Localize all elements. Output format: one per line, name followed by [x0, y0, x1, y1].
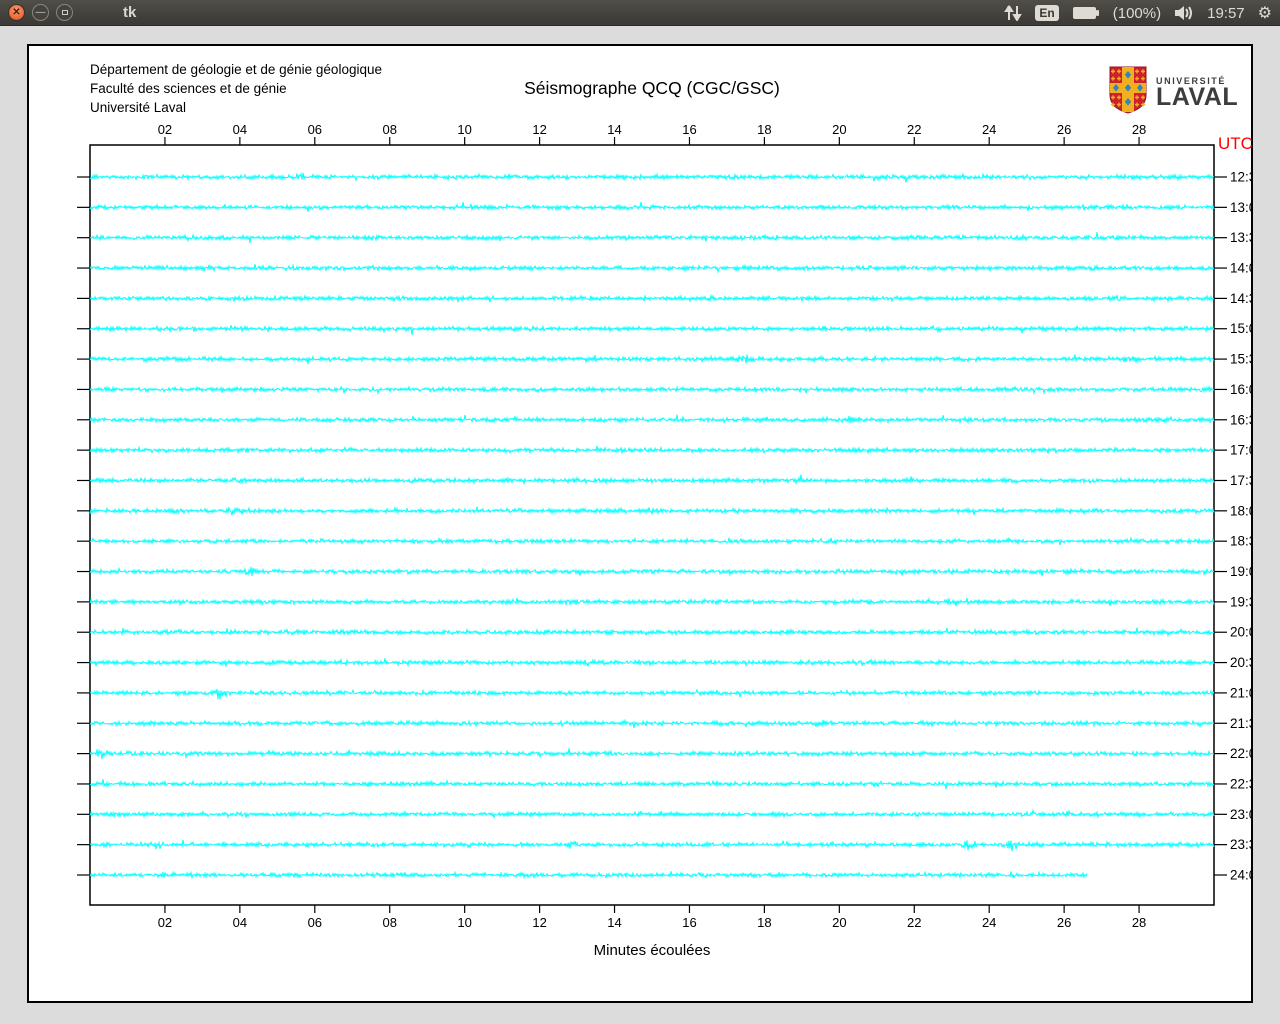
- svg-text:28: 28: [1132, 122, 1146, 137]
- svg-text:10: 10: [457, 915, 471, 930]
- svg-text:26: 26: [1057, 915, 1071, 930]
- svg-text:02: 02: [158, 915, 172, 930]
- svg-text:22:00: 22:00: [1230, 746, 1251, 761]
- svg-text:17:30: 17:30: [1230, 473, 1251, 488]
- svg-text:20: 20: [832, 915, 846, 930]
- svg-text:14: 14: [607, 122, 621, 137]
- svg-text:15:30: 15:30: [1230, 352, 1251, 367]
- svg-text:14: 14: [607, 915, 621, 930]
- svg-text:20: 20: [832, 122, 846, 137]
- svg-text:14:00: 14:00: [1230, 261, 1251, 276]
- svg-text:22: 22: [907, 915, 921, 930]
- svg-text:13:00: 13:00: [1230, 200, 1251, 215]
- svg-text:24: 24: [982, 915, 996, 930]
- svg-text:08: 08: [382, 122, 396, 137]
- svg-text:24: 24: [982, 122, 996, 137]
- svg-text:20:30: 20:30: [1230, 655, 1251, 670]
- minimize-button[interactable]: —: [32, 4, 49, 21]
- svg-text:21:30: 21:30: [1230, 716, 1251, 731]
- language-indicator[interactable]: En: [1035, 5, 1059, 21]
- svg-text:22:30: 22:30: [1230, 776, 1251, 791]
- svg-text:06: 06: [308, 122, 322, 137]
- svg-text:14:30: 14:30: [1230, 291, 1251, 306]
- svg-text:16: 16: [682, 915, 696, 930]
- svg-text:12: 12: [532, 915, 546, 930]
- svg-text:15:00: 15:00: [1230, 321, 1251, 336]
- svg-text:12: 12: [532, 122, 546, 137]
- svg-text:06: 06: [308, 915, 322, 930]
- system-tray: En (100%) 19:57 ⚙: [1004, 0, 1272, 26]
- keyboard-arrows-icon[interactable]: [1004, 5, 1023, 21]
- svg-text:26: 26: [1057, 122, 1071, 137]
- battery-icon[interactable]: [1072, 6, 1100, 20]
- seismograph-canvas: Département de géologie et de génie géol…: [27, 44, 1253, 1003]
- svg-text:18: 18: [757, 122, 771, 137]
- svg-text:02: 02: [158, 122, 172, 137]
- seismogram-svg: 02 02 04 04 06 06 08 08 10 10 12 12 14 14 16 16 18 18 20 20…: [77, 122, 1251, 930]
- svg-text:19:00: 19:00: [1230, 564, 1251, 579]
- clock[interactable]: 19:57: [1207, 5, 1245, 22]
- svg-text:21:00: 21:00: [1230, 685, 1251, 700]
- svg-text:19:30: 19:30: [1230, 594, 1251, 609]
- svg-text:23:30: 23:30: [1230, 837, 1251, 852]
- svg-text:22: 22: [907, 122, 921, 137]
- svg-text:10: 10: [457, 122, 471, 137]
- svg-text:20:00: 20:00: [1230, 625, 1251, 640]
- svg-text:13:30: 13:30: [1230, 230, 1251, 245]
- svg-text:18: 18: [757, 915, 771, 930]
- svg-text:08: 08: [382, 915, 396, 930]
- svg-text:16:00: 16:00: [1230, 382, 1251, 397]
- maximize-button[interactable]: [56, 4, 73, 21]
- window-title: tk: [123, 4, 137, 21]
- svg-text:04: 04: [233, 122, 247, 137]
- window-controls: ✕ —: [8, 4, 73, 21]
- svg-text:28: 28: [1132, 915, 1146, 930]
- svg-text:04: 04: [233, 915, 247, 930]
- svg-text:18:00: 18:00: [1230, 503, 1251, 518]
- svg-text:18:30: 18:30: [1230, 534, 1251, 549]
- svg-text:23:00: 23:00: [1230, 807, 1251, 822]
- svg-text:17:00: 17:00: [1230, 443, 1251, 458]
- svg-text:16:30: 16:30: [1230, 412, 1251, 427]
- titlebar: ✕ — tk En (100%) 19:57 ⚙: [0, 0, 1280, 26]
- close-button[interactable]: ✕: [8, 4, 25, 21]
- x-axis-label: Minutes écoulées: [593, 942, 711, 959]
- svg-text:16: 16: [682, 122, 696, 137]
- session-gear-icon[interactable]: ⚙: [1258, 3, 1272, 23]
- svg-text:24:00: 24:00: [1230, 868, 1251, 883]
- svg-text:12:30: 12:30: [1230, 170, 1251, 185]
- volume-icon[interactable]: [1174, 5, 1194, 21]
- battery-percent: (100%): [1112, 4, 1162, 22]
